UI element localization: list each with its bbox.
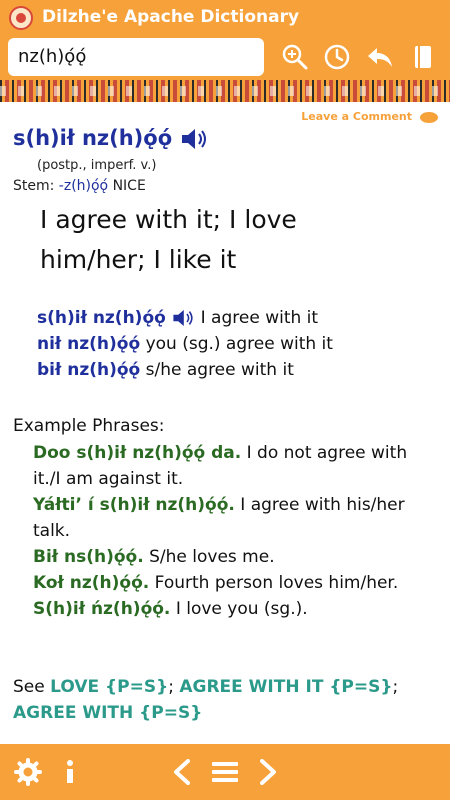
see-separator: ; [168,677,174,697]
example-word: Doo s(h)ił nz(h)ǫ́ǫ́ da. [33,443,242,463]
conjugation-word: bił nz(h)ǫ́ǫ́ [37,360,141,380]
conjugation-meaning: I agree with it [200,308,319,328]
speaker-icon[interactable] [171,308,195,328]
example-meaning: S/he loves me. [149,547,275,567]
examples-heading: Example Phrases: [13,416,165,436]
see-link-agree-with[interactable]: AGREE WITH {P=S} [13,703,202,723]
main-gloss: I agree with it; I love him/her; I like … [40,205,297,274]
next-icon[interactable] [256,757,280,787]
example-word: S(h)ił ńz(h)ǫ́ǫ́. [33,599,171,619]
headword: s(h)ił nz(h)ǫ́ǫ́ [13,126,209,151]
example-phrase: Koł nz(h)ǫ́ǫ́. Fourth person loves him/h… [33,570,433,596]
example-word: Koł nz(h)ǫ́ǫ́. [33,573,150,593]
comment-bubble-icon[interactable] [420,112,438,123]
menu-icon[interactable] [210,757,240,787]
decorative-band-overlay [0,86,450,96]
example-phrase: Yáłti’ í s(h)ił nz(h)ǫ́ǫ́. I agree with … [33,492,433,544]
example-phrase: S(h)ił ńz(h)ǫ́ǫ́. I love you (sg.). [33,596,433,622]
example-phrase: Bił ns(h)ǫ́ǫ́. S/he loves me. [33,544,433,570]
info-icon[interactable] [60,757,80,787]
see-link-agree-with-it[interactable]: AGREE WITH IT {P=S} [179,677,392,697]
see-label: See [13,677,45,697]
history-icon[interactable] [322,42,352,72]
example-meaning: Fourth person loves him/her. [154,573,399,593]
gear-icon[interactable] [14,757,42,787]
conjugation-meaning: s/he agree with it [145,360,294,380]
stem-line: Stem: -z(h)ǫ́ǫ́ NICE [13,178,146,194]
stem-word[interactable]: -z(h)ǫ́ǫ́ [59,178,108,194]
app-title: Dilzhe'e Apache Dictionary [42,7,300,27]
speaker-icon[interactable] [179,127,209,151]
see-link-love[interactable]: LOVE {P=S} [50,677,168,697]
app-header: Dilzhe'e Apache Dictionary [0,0,450,36]
example-word: Bił ns(h)ǫ́ǫ́. [33,547,144,567]
app-logo [9,6,33,30]
example-word: Yáłti’ í s(h)ił nz(h)ǫ́ǫ́. [33,495,235,515]
search-icon[interactable] [280,42,310,72]
stem-meaning: NICE [112,178,146,194]
search-toolbar [0,36,450,80]
search-input[interactable] [8,38,264,76]
conjugation-meaning: you (sg.) agree with it [145,334,333,354]
stem-label: Stem: [13,178,55,194]
see-separator: ; [392,677,399,697]
book-icon[interactable] [408,42,438,72]
examples-list: Doo s(h)ił nz(h)ǫ́ǫ́ da. I do not agree … [33,440,433,622]
grammar-note: (postp., imperf. v.) [37,158,157,173]
prev-icon[interactable] [170,757,194,787]
conjugation-row: bił nz(h)ǫ́ǫ́ s/he agree with it [37,357,437,383]
conjugation-word: s(h)ił nz(h)ǫ́ǫ́ [37,308,166,328]
headword-text: s(h)ił nz(h)ǫ́ǫ́ [13,126,173,150]
see-also: See LOVE {P=S}; AGREE WITH IT {P=S}; AGR… [13,674,438,726]
conjugation-word: nił nz(h)ǫ́ǫ́ [37,334,141,354]
back-arrow-icon[interactable] [365,42,395,72]
example-meaning: I love you (sg.). [175,599,308,619]
leave-comment-link[interactable]: Leave a Comment [301,110,412,123]
conjugation-row: s(h)ił nz(h)ǫ́ǫ́ I agree with it [37,305,437,331]
example-phrase: Doo s(h)ił nz(h)ǫ́ǫ́ da. I do not agree … [33,440,433,492]
bottom-navbar [0,744,450,800]
conjugation-row: nił nz(h)ǫ́ǫ́ you (sg.) agree with it [37,331,437,357]
